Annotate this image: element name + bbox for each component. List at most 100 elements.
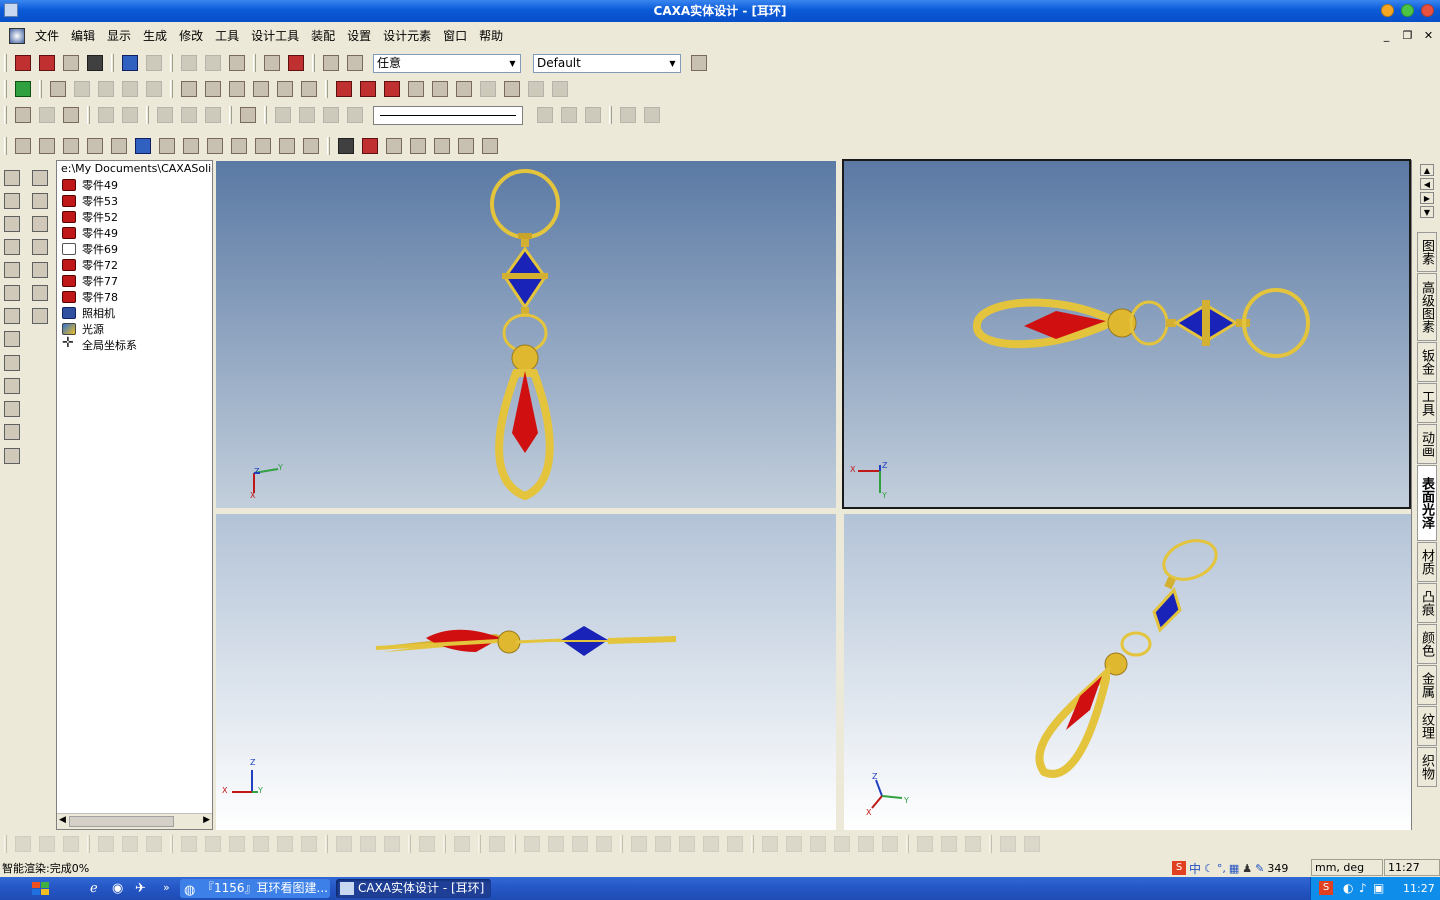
smart-dim-icon[interactable] bbox=[50, 81, 66, 97]
shell-icon[interactable] bbox=[384, 81, 400, 97]
tab-metal[interactable]: 金属 bbox=[1417, 665, 1437, 705]
fillet-icon[interactable] bbox=[336, 81, 352, 97]
menu-design-elements[interactable]: 设计元素 bbox=[377, 25, 437, 47]
line-tool-icon[interactable] bbox=[15, 836, 31, 852]
open-icon[interactable] bbox=[63, 55, 79, 71]
start-button[interactable] bbox=[30, 880, 52, 897]
hierarchy-icon[interactable] bbox=[691, 55, 707, 71]
stop-icon[interactable] bbox=[323, 107, 339, 123]
spin-icon[interactable] bbox=[620, 107, 636, 123]
scale-tool-icon[interactable] bbox=[834, 836, 850, 852]
select-box-icon[interactable] bbox=[347, 55, 363, 71]
target-icon[interactable] bbox=[631, 836, 647, 852]
arc-3-tool-icon[interactable] bbox=[384, 836, 400, 852]
bspline-tool-icon[interactable] bbox=[419, 836, 435, 852]
tree-item[interactable]: 照相机 bbox=[57, 305, 212, 321]
sweep-icon[interactable] bbox=[229, 81, 245, 97]
ime-user-icon[interactable]: ♟ bbox=[1242, 862, 1252, 875]
sketch-point-icon[interactable] bbox=[338, 138, 354, 154]
sketch-face-icon[interactable] bbox=[135, 138, 151, 154]
ime-tools-icon[interactable]: ✎ bbox=[1255, 862, 1264, 875]
finish-tool-icon[interactable] bbox=[1024, 836, 1040, 852]
tree-item[interactable]: 零件49 bbox=[57, 225, 212, 241]
sketch-fix-icon[interactable] bbox=[458, 138, 474, 154]
tab-emboss[interactable]: 凸痕 bbox=[1417, 583, 1437, 623]
prev-tab-icon[interactable]: ◀ bbox=[1420, 178, 1434, 190]
ime-moon-icon[interactable]: ☾ bbox=[1204, 862, 1214, 875]
tree-item[interactable]: 光源 bbox=[57, 321, 212, 337]
curve-icon[interactable] bbox=[561, 107, 577, 123]
tree-item[interactable]: 零件52 bbox=[57, 209, 212, 225]
loft-icon[interactable] bbox=[253, 81, 269, 97]
extend-tool-icon[interactable] bbox=[941, 836, 957, 852]
sketch-delete-icon[interactable] bbox=[482, 138, 498, 154]
doc-close-button[interactable]: ✕ bbox=[1421, 29, 1436, 43]
zoom-icon[interactable] bbox=[4, 262, 20, 278]
paste-icon[interactable] bbox=[205, 55, 221, 71]
tab-nav-arrows[interactable]: ▲ ◀ ▶ ▼ bbox=[1420, 164, 1434, 224]
constraint-3-icon[interactable] bbox=[572, 836, 588, 852]
brush-icon[interactable] bbox=[4, 448, 20, 464]
sogou-tray-icon[interactable]: S bbox=[1319, 881, 1333, 895]
tangent-tool-icon[interactable] bbox=[63, 836, 79, 852]
tab-color[interactable]: 颜色 bbox=[1417, 624, 1437, 664]
box-icon[interactable] bbox=[762, 836, 778, 852]
rect-tool-icon[interactable] bbox=[146, 836, 162, 852]
frame-icon[interactable] bbox=[157, 107, 173, 123]
sketch-axis-icon[interactable] bbox=[386, 138, 402, 154]
menu-settings[interactable]: 设置 bbox=[341, 25, 377, 47]
check-tool-icon[interactable] bbox=[1000, 836, 1016, 852]
pan-icon[interactable] bbox=[4, 170, 20, 186]
undo-icon[interactable] bbox=[122, 55, 138, 71]
menu-view[interactable]: 显示 bbox=[101, 25, 137, 47]
light-icon[interactable] bbox=[39, 107, 55, 123]
tab-material[interactable]: 材质 bbox=[1417, 542, 1437, 582]
tree-item[interactable]: 全局坐标系 bbox=[57, 335, 212, 353]
ie-icon[interactable]: ℯ bbox=[90, 881, 98, 896]
circle-2-tool-icon[interactable] bbox=[205, 836, 221, 852]
pattern-icon[interactable] bbox=[456, 81, 472, 97]
sketch-arc-icon[interactable] bbox=[111, 138, 127, 154]
scrollbar-thumb[interactable] bbox=[69, 816, 174, 827]
tree-item[interactable]: 零件53 bbox=[57, 193, 212, 209]
ime-keyboard-icon[interactable]: ▦ bbox=[1229, 862, 1239, 875]
spline-tool-icon[interactable] bbox=[122, 836, 138, 852]
new-icon[interactable] bbox=[15, 55, 31, 71]
sketch-constraint-icon[interactable] bbox=[410, 138, 426, 154]
menu-design-tools[interactable]: 设计工具 bbox=[245, 25, 305, 47]
tree-item[interactable]: 零件69 bbox=[57, 241, 212, 257]
last-tab-icon[interactable]: ▼ bbox=[1420, 206, 1434, 218]
hexagon-tool-icon[interactable] bbox=[277, 836, 293, 852]
messenger-icon[interactable]: ✈ bbox=[135, 881, 146, 896]
next-tab-icon[interactable]: ▶ bbox=[1420, 192, 1434, 204]
tab-animation[interactable]: 动画 bbox=[1417, 424, 1437, 464]
menu-assembly[interactable]: 装配 bbox=[305, 25, 341, 47]
frame-3-icon[interactable] bbox=[205, 107, 221, 123]
trim-tool-icon[interactable] bbox=[858, 836, 874, 852]
frame-tool-icon[interactable] bbox=[786, 836, 802, 852]
section-view-icon[interactable] bbox=[32, 239, 48, 255]
sketch-rotate-icon[interactable] bbox=[87, 138, 103, 154]
render-style-icon[interactable] bbox=[15, 107, 31, 123]
menu-generate[interactable]: 生成 bbox=[137, 25, 173, 47]
close-button[interactable] bbox=[1421, 4, 1434, 17]
sketch-trim-icon[interactable] bbox=[183, 138, 199, 154]
filter-select[interactable]: 任意 ▼ bbox=[373, 53, 521, 73]
menu-edit[interactable]: 编辑 bbox=[65, 25, 101, 47]
combine-icon[interactable] bbox=[552, 81, 568, 97]
surface-icon[interactable] bbox=[301, 81, 317, 97]
circle-tool-icon[interactable] bbox=[181, 836, 197, 852]
sketch-offset-icon[interactable] bbox=[231, 138, 247, 154]
help-pointer-icon[interactable] bbox=[288, 55, 304, 71]
copy-icon[interactable] bbox=[181, 55, 197, 71]
sketch-extend-icon[interactable] bbox=[207, 138, 223, 154]
path-icon[interactable] bbox=[122, 107, 138, 123]
dimension-view-icon[interactable] bbox=[32, 308, 48, 324]
taskbar-item-caxa[interactable]: CAXA实体设计 - [耳环] bbox=[336, 879, 491, 898]
dim-icon[interactable] bbox=[74, 81, 90, 97]
scroll-left-icon[interactable]: ◀ bbox=[59, 815, 66, 825]
sketch-spline-icon[interactable] bbox=[159, 138, 175, 154]
arc-2-tool-icon[interactable] bbox=[360, 836, 376, 852]
network-icon[interactable]: ◐ bbox=[1343, 877, 1353, 900]
volume-icon[interactable]: ♪ bbox=[1359, 877, 1367, 900]
